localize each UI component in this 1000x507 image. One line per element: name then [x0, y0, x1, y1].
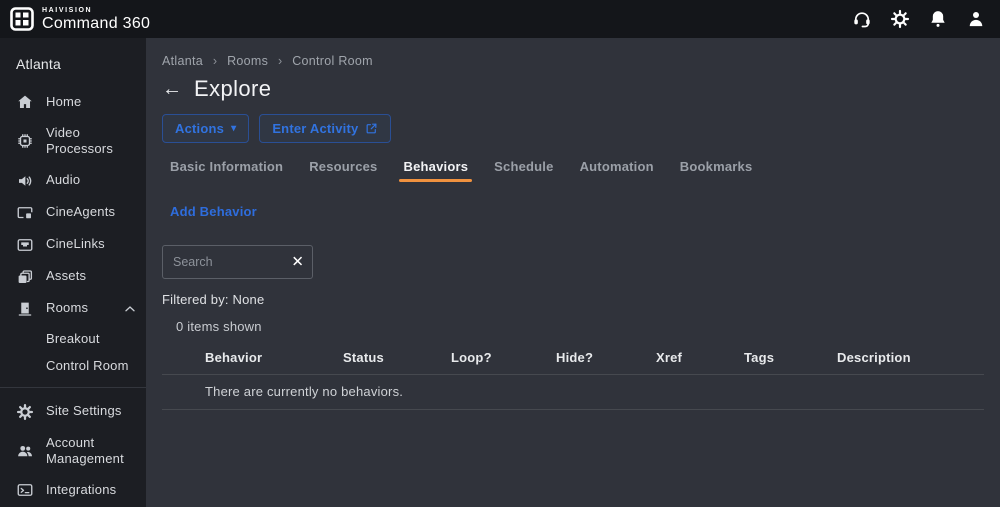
sidebar-item-site-settings[interactable]: Site Settings — [0, 396, 146, 428]
cinelinks-port-icon — [16, 236, 34, 254]
brand-text: HAIVISION Command 360 — [42, 7, 150, 32]
tab-bar: Basic Information Resources Behaviors Sc… — [162, 159, 984, 182]
actions-button-label: Actions — [175, 121, 225, 136]
terminal-icon — [16, 481, 34, 499]
sidebar-item-control-room[interactable]: Control Room — [0, 352, 146, 379]
processor-icon — [16, 132, 34, 150]
brand-product: Command 360 — [42, 14, 151, 32]
breadcrumb: Atlanta › Rooms › Control Room — [162, 54, 984, 68]
chevron-up-icon[interactable] — [124, 303, 136, 315]
sidebar-item-cineagents[interactable]: CineAgents — [0, 197, 146, 229]
clear-search-icon[interactable]: ✕ — [291, 255, 304, 270]
tab-bookmarks[interactable]: Bookmarks — [680, 159, 753, 182]
chevron-down-icon: ▾ — [231, 122, 237, 134]
tab-behaviors[interactable]: Behaviors — [399, 159, 472, 182]
external-link-icon — [365, 122, 378, 135]
action-buttons: Actions ▾ Enter Activity — [162, 114, 984, 143]
sidebar-nav: Atlanta Home Video Processors Audio Cine… — [0, 38, 146, 507]
items-shown-count: 0 items shown — [176, 319, 262, 334]
gear-icon — [16, 403, 34, 421]
topbar-actions — [852, 9, 986, 29]
table-divider — [162, 409, 984, 410]
sidebar-item-label: Site Settings — [46, 403, 122, 419]
behaviors-table: Behavior Status Loop? Hide? Xref Tags De… — [162, 350, 984, 410]
sidebar-item-label: Integrations — [46, 481, 117, 497]
users-icon — [16, 442, 34, 460]
tab-schedule[interactable]: Schedule — [494, 159, 553, 182]
haivision-brand: HAIVISION Command 360 — [10, 7, 150, 32]
sidebar-item-audio[interactable]: Audio — [0, 165, 146, 197]
tab-basic-information[interactable]: Basic Information — [170, 159, 283, 182]
column-header-description: Description — [837, 350, 911, 365]
column-header-status: Status — [343, 350, 384, 365]
sidebar-item-label: CineLinks — [46, 236, 105, 252]
sidebar-item-cinelinks[interactable]: CineLinks — [0, 229, 146, 261]
sidebar-item-account-management[interactable]: Account Management — [0, 428, 146, 475]
home-icon — [16, 93, 34, 111]
sidebar-item-video-processors[interactable]: Video Processors — [0, 118, 146, 165]
top-app-bar: HAIVISION Command 360 — [0, 0, 1000, 38]
back-arrow-icon[interactable]: ← — [162, 79, 182, 99]
user-account-icon[interactable] — [966, 9, 986, 29]
assets-layers-icon — [16, 268, 34, 286]
column-header-hide: Hide? — [556, 350, 594, 365]
table-empty-message: There are currently no behaviors. — [205, 384, 404, 399]
column-header-loop: Loop? — [451, 350, 492, 365]
search-box: ✕ — [162, 245, 313, 279]
filtered-by-text: Filtered by: None — [162, 292, 265, 307]
add-behavior-link[interactable]: Add Behavior — [170, 204, 257, 219]
breadcrumb-separator: › — [212, 54, 218, 68]
column-header-xref: Xref — [656, 350, 683, 365]
table-header-row: Behavior Status Loop? Hide? Xref Tags De… — [162, 350, 984, 374]
sidebar-item-label: CineAgents — [46, 204, 116, 220]
brand-name: HAIVISION — [42, 6, 93, 14]
sidebar-item-label: Account Management — [46, 434, 124, 466]
cineagents-screen-icon — [16, 204, 34, 222]
page-title: Explore — [194, 76, 272, 101]
haivision-logo-icon — [10, 7, 34, 31]
speaker-icon — [16, 172, 34, 190]
column-header-behavior: Behavior — [205, 350, 263, 365]
sidebar-divider — [0, 386, 146, 388]
sidebar-item-breakout[interactable]: Breakout — [0, 325, 146, 352]
enter-activity-button-label: Enter Activity — [272, 121, 359, 136]
sidebar-item-label: Video Processors — [46, 125, 114, 157]
settings-gear-icon[interactable] — [890, 9, 910, 29]
sidebar-item-label: Assets — [46, 268, 87, 284]
site-name: Atlanta — [16, 56, 61, 72]
breadcrumb-separator: › — [277, 54, 283, 68]
main-content: Atlanta › Rooms › Control Room ← Explore… — [146, 38, 1000, 507]
notifications-bell-icon[interactable] — [928, 9, 948, 29]
tab-automation[interactable]: Automation — [580, 159, 654, 182]
enter-activity-button[interactable]: Enter Activity — [259, 114, 392, 143]
sidebar-item-rooms[interactable]: Rooms — [0, 293, 146, 325]
search-input[interactable] — [162, 245, 313, 279]
sidebar-item-assets[interactable]: Assets — [0, 261, 146, 293]
sidebar-item-label: Rooms — [46, 300, 89, 316]
sidebar-item-label: Home — [46, 93, 82, 109]
tab-resources[interactable]: Resources — [309, 159, 377, 182]
door-icon — [16, 300, 34, 318]
breadcrumb-control-room[interactable]: Control Room — [292, 54, 373, 68]
breadcrumb-rooms[interactable]: Rooms — [227, 54, 268, 68]
breadcrumb-atlanta[interactable]: Atlanta — [162, 54, 203, 68]
title-row: ← Explore — [162, 76, 984, 102]
headset-support-icon[interactable] — [852, 9, 872, 29]
sidebar-item-integrations[interactable]: Integrations — [0, 474, 146, 506]
column-header-tags: Tags — [744, 350, 775, 365]
actions-button[interactable]: Actions ▾ — [162, 114, 250, 143]
sidebar-item-label: Audio — [46, 172, 81, 188]
sidebar-item-home[interactable]: Home — [0, 86, 146, 118]
